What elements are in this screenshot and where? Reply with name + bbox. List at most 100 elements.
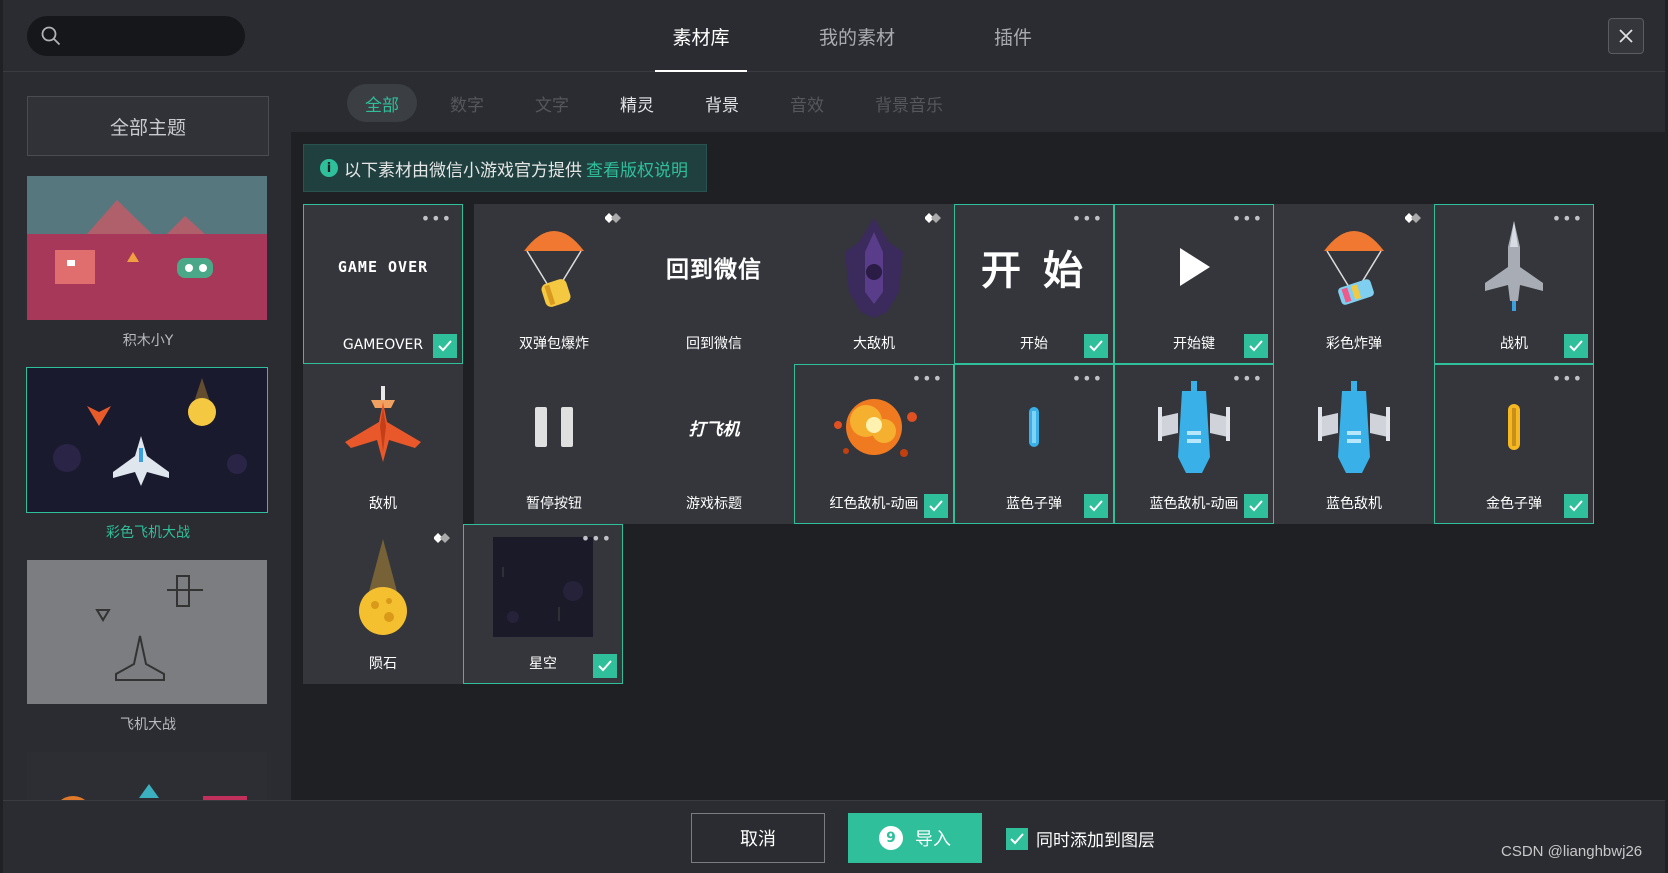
asset-card-color-bomb[interactable]: 彩色炸弹: [1274, 204, 1434, 364]
filter-text[interactable]: 文字: [517, 84, 587, 122]
checkmark-icon: [438, 340, 452, 352]
checkbox-checked[interactable]: [1244, 494, 1268, 518]
back-to-wechat-text-icon: 回到微信: [635, 205, 793, 329]
pause-icon: [475, 365, 633, 489]
all-themes-button[interactable]: 全部主题: [27, 96, 269, 156]
theme-label: 彩色飞机大战: [106, 525, 190, 541]
more-options-icon[interactable]: •••: [1552, 209, 1583, 228]
search-icon: [41, 26, 61, 46]
more-options-icon[interactable]: •••: [1072, 209, 1103, 228]
asset-card-starry-sky[interactable]: ••• 星空: [463, 524, 623, 684]
watermark: CSDN @lianghbwj26: [1501, 843, 1643, 860]
checkbox-checked[interactable]: [1006, 827, 1028, 850]
asset-card-fighter[interactable]: ••• 战机: [1434, 204, 1594, 364]
close-icon: [1619, 29, 1633, 43]
tab-my-assets[interactable]: 我的素材: [779, 0, 935, 72]
back-to-wechat-image-text: 回到微信: [666, 257, 762, 283]
more-options-icon[interactable]: •••: [912, 369, 943, 388]
asset-name: 彩色炸弹: [1326, 336, 1382, 352]
filter-backgrounds[interactable]: 背景: [687, 84, 757, 122]
parachute-bomb-icon: [1275, 205, 1433, 329]
more-options-icon[interactable]: •••: [1232, 209, 1263, 228]
notice-text: 以下素材由微信小游戏官方提供: [344, 160, 582, 181]
copyright-link[interactable]: 查看版权说明: [586, 156, 688, 181]
asset-library-dialog: 素材库 我的素材 插件 全部主题 积木小Y 彩色飞机大战 飞机大战 全部 数字 …: [3, 0, 1665, 873]
asset-card-back-to-wechat[interactable]: 回到微信 回到微信: [634, 204, 794, 364]
asset-card-pause[interactable]: 暂停按钮: [474, 364, 634, 524]
filter-sound-effects[interactable]: 音效: [772, 84, 842, 122]
add-to-layer-checkbox[interactable]: 同时添加到图层: [1006, 826, 1155, 851]
checkmark-icon: [1249, 340, 1263, 352]
asset-name: 回到微信: [686, 336, 742, 352]
tab-plugins[interactable]: 插件: [935, 0, 1091, 72]
asset-name: 游戏标题: [686, 496, 742, 512]
big-enemy-plane-icon: [795, 205, 953, 329]
more-options-icon[interactable]: •••: [421, 209, 452, 228]
checkbox-checked[interactable]: [433, 334, 457, 358]
filter-all[interactable]: 全部: [347, 84, 417, 122]
selected-count-badge: 9: [879, 826, 903, 850]
filter-sprites[interactable]: 精灵: [602, 84, 672, 122]
asset-panel: 全部 数字 文字 精灵 背景 音效 背景音乐 i 以下素材由微信小游戏官方提供 …: [291, 72, 1665, 800]
checkbox-checked[interactable]: [924, 494, 948, 518]
parachute-bullets-icon: [475, 205, 633, 329]
import-button[interactable]: 9 导入: [848, 813, 982, 863]
checkmark-icon: [1569, 500, 1583, 512]
asset-card-game-title[interactable]: 打飞机 游戏标题: [634, 364, 794, 524]
animation-tag-icon: [605, 213, 621, 223]
checkmark-icon: [1249, 500, 1263, 512]
asset-card-double-bomb[interactable]: 双弹包爆炸: [474, 204, 634, 364]
theme-sidebar: 全部主题 积木小Y 彩色飞机大战 飞机大战: [3, 72, 291, 800]
theme-thumbnail: [27, 176, 267, 320]
filter-background-music[interactable]: 背景音乐: [857, 84, 961, 122]
filter-numbers[interactable]: 数字: [432, 84, 502, 122]
more-options-icon[interactable]: •••: [1072, 369, 1103, 388]
asset-card-gold-bullet[interactable]: ••• 金色子弹: [1434, 364, 1594, 524]
asset-card-big-enemy[interactable]: 大敌机: [794, 204, 954, 364]
asset-card-red-enemy-anim[interactable]: ••• 红色敌机-动画: [794, 364, 954, 524]
theme-item-plane-war[interactable]: 飞机大战: [27, 560, 269, 734]
asset-card-start[interactable]: 开 始 ••• 开始: [954, 204, 1114, 364]
cancel-button[interactable]: 取消: [691, 813, 825, 863]
animation-tag-icon: [925, 213, 941, 223]
checkmark-icon: [1010, 832, 1024, 844]
info-icon: i: [320, 159, 338, 177]
checkmark-icon: [1089, 500, 1103, 512]
game-title-image-text: 打飞机: [688, 419, 740, 440]
asset-name: 暂停按钮: [526, 496, 582, 512]
checkbox-checked[interactable]: [1564, 334, 1588, 358]
asset-card-blue-enemy-anim[interactable]: ••• 蓝色敌机-动画: [1114, 364, 1274, 524]
checkbox-checked[interactable]: [1244, 334, 1268, 358]
checkmark-icon: [1569, 340, 1583, 352]
more-options-icon[interactable]: •••: [1232, 369, 1263, 388]
theme-item-colorful-plane-war[interactable]: 彩色飞机大战: [26, 367, 269, 542]
more-options-icon[interactable]: •••: [1552, 369, 1583, 388]
add-to-layer-label: 同时添加到图层: [1036, 831, 1155, 851]
checkbox-checked[interactable]: [593, 654, 617, 678]
checkmark-icon: [929, 500, 943, 512]
asset-card-blue-enemy[interactable]: 蓝色敌机: [1274, 364, 1434, 524]
asset-name: 蓝色敌机: [1326, 496, 1382, 512]
close-button[interactable]: [1608, 18, 1644, 54]
enemy-plane-icon: [304, 365, 462, 489]
asset-card-blue-bullet[interactable]: ••• 蓝色子弹: [954, 364, 1114, 524]
more-options-icon[interactable]: •••: [581, 529, 612, 548]
tab-asset-library[interactable]: 素材库: [623, 0, 779, 72]
theme-thumbnail: [27, 752, 267, 800]
asset-card-meteor[interactable]: 陨石: [303, 524, 463, 684]
asset-card-gameover[interactable]: GAME OVER ••• GAMEOVER: [303, 204, 463, 364]
import-label: 导入: [915, 829, 951, 850]
main-tabs: 素材库 我的素材 插件: [623, 0, 1091, 72]
checkbox-checked[interactable]: [1564, 494, 1588, 518]
category-filter-bar: 全部 数字 文字 精灵 背景 音效 背景音乐: [291, 72, 1665, 132]
checkbox-checked[interactable]: [1084, 334, 1108, 358]
checkbox-checked[interactable]: [1084, 494, 1108, 518]
theme-item-partial[interactable]: [27, 752, 269, 800]
asset-card-start-key[interactable]: ••• 开始键: [1114, 204, 1274, 364]
animation-tag-icon: [1405, 213, 1421, 223]
theme-thumbnail: [26, 367, 268, 513]
asset-card-enemy[interactable]: 敌机: [303, 364, 463, 524]
asset-name: 大敌机: [853, 336, 895, 352]
theme-item-jimu[interactable]: 积木小Y: [27, 176, 269, 350]
search-input[interactable]: [27, 16, 245, 56]
